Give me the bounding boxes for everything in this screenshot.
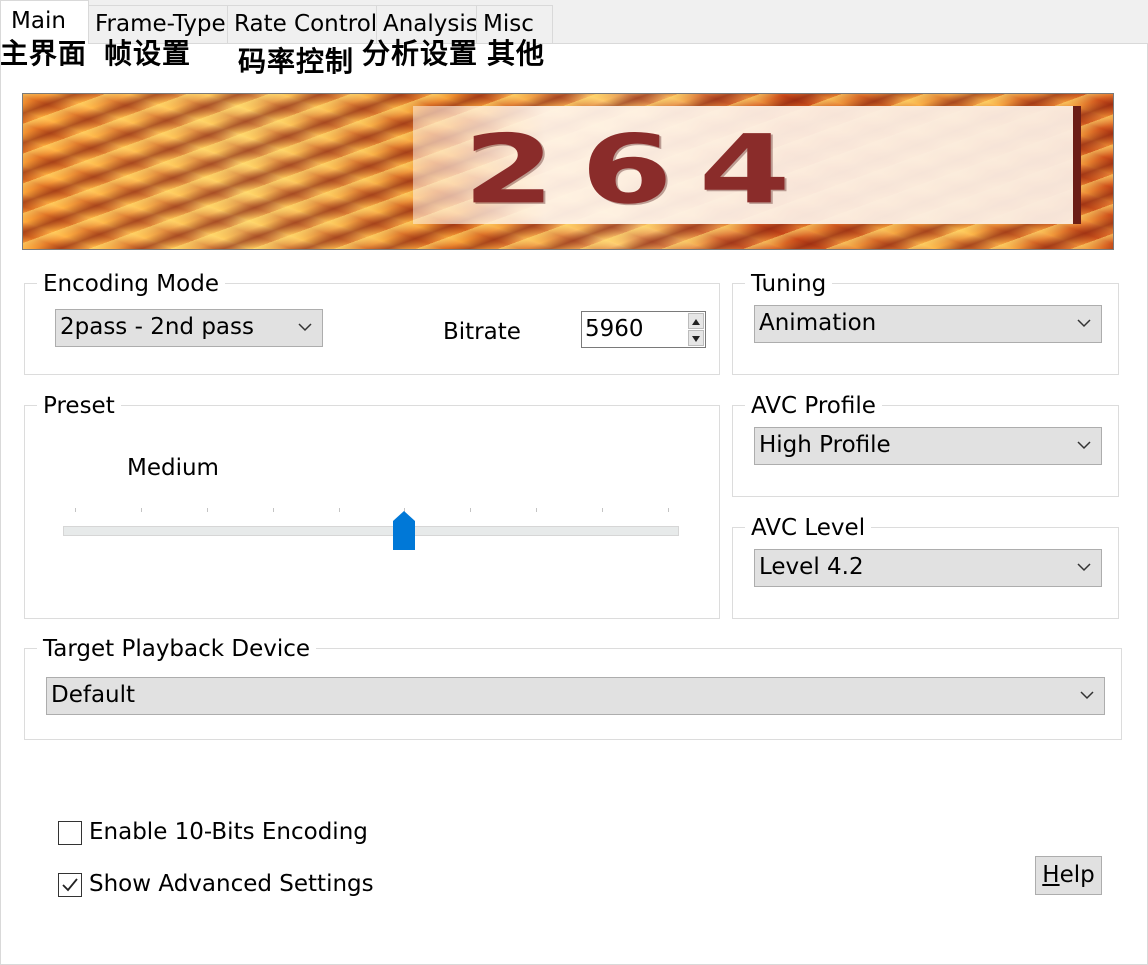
target-device-select[interactable]: Default <box>46 677 1105 715</box>
encoding-mode-select[interactable]: 2pass - 2nd pass <box>55 309 323 347</box>
bitrate-value: 5960 <box>585 316 644 342</box>
avc-profile-legend: AVC Profile <box>745 392 882 420</box>
avc-level-select[interactable]: Level 4.2 <box>754 549 1102 587</box>
preset-slider-track[interactable] <box>63 526 679 536</box>
spin-down-button[interactable] <box>688 330 704 346</box>
preset-slider-thumb[interactable] <box>392 511 416 551</box>
annotation-analysis: 分析设置 <box>362 37 479 70</box>
chevron-down-icon <box>1077 550 1091 586</box>
encoding-mode-value: 2pass - 2nd pass <box>60 314 254 340</box>
slider-tick <box>207 508 208 512</box>
tab-main-label: Main <box>11 8 66 34</box>
bitrate-spinner[interactable]: 5960 <box>581 311 706 348</box>
slider-tick <box>75 508 76 512</box>
slider-tick <box>602 508 603 512</box>
help-button[interactable]: Help <box>1035 856 1102 895</box>
bitrate-label: Bitrate <box>443 319 521 345</box>
tab-rate-control[interactable]: Rate Control <box>227 5 377 43</box>
annotation-rate-control: 码率控制 <box>238 45 355 78</box>
chevron-down-icon <box>1077 306 1091 342</box>
chevron-down-icon <box>298 310 312 346</box>
tuning-value: Animation <box>759 310 877 336</box>
preset-legend: Preset <box>37 392 121 420</box>
slider-tick <box>339 508 340 512</box>
arrow-down-icon <box>692 336 700 342</box>
checkmark-icon <box>62 878 78 892</box>
preset-value-label: Medium <box>127 455 219 481</box>
preset-group <box>24 405 720 619</box>
spin-up-button[interactable] <box>688 313 704 329</box>
avc-level-value: Level 4.2 <box>759 554 864 580</box>
tuning-legend: Tuning <box>745 270 833 298</box>
tab-rate-control-label: Rate Control <box>234 11 377 37</box>
slider-tick <box>470 508 471 512</box>
arrow-up-icon <box>692 319 700 325</box>
show-advanced-label[interactable]: Show Advanced Settings <box>89 870 374 898</box>
avc-profile-value: High Profile <box>759 432 891 458</box>
enable-10bit-checkbox[interactable] <box>58 821 82 845</box>
help-label: elp <box>1059 862 1095 888</box>
target-device-value: Default <box>51 682 136 708</box>
bitrate-spin-buttons <box>688 313 704 346</box>
slider-tick <box>668 508 669 512</box>
banner-logo-text: 264 <box>463 114 817 226</box>
encoding-mode-legend: Encoding Mode <box>37 270 225 298</box>
tuning-select[interactable]: Animation <box>754 305 1102 343</box>
help-accel-key: H <box>1042 862 1060 888</box>
chevron-down-icon <box>1080 678 1094 714</box>
annotation-frame-type: 帧设置 <box>104 37 192 70</box>
annotation-misc: 其他 <box>487 37 546 70</box>
x264-banner: 264 <box>22 93 1114 250</box>
avc-profile-select[interactable]: High Profile <box>754 427 1102 465</box>
show-advanced-checkbox[interactable] <box>58 873 82 897</box>
slider-tick <box>273 508 274 512</box>
slider-tick <box>536 508 537 512</box>
enable-10bit-label[interactable]: Enable 10-Bits Encoding <box>89 818 368 846</box>
avc-level-legend: AVC Level <box>745 514 872 542</box>
chevron-down-icon <box>1077 428 1091 464</box>
slider-tick <box>141 508 142 512</box>
annotation-main: 主界面 <box>0 37 88 70</box>
target-device-legend: Target Playback Device <box>37 635 317 663</box>
